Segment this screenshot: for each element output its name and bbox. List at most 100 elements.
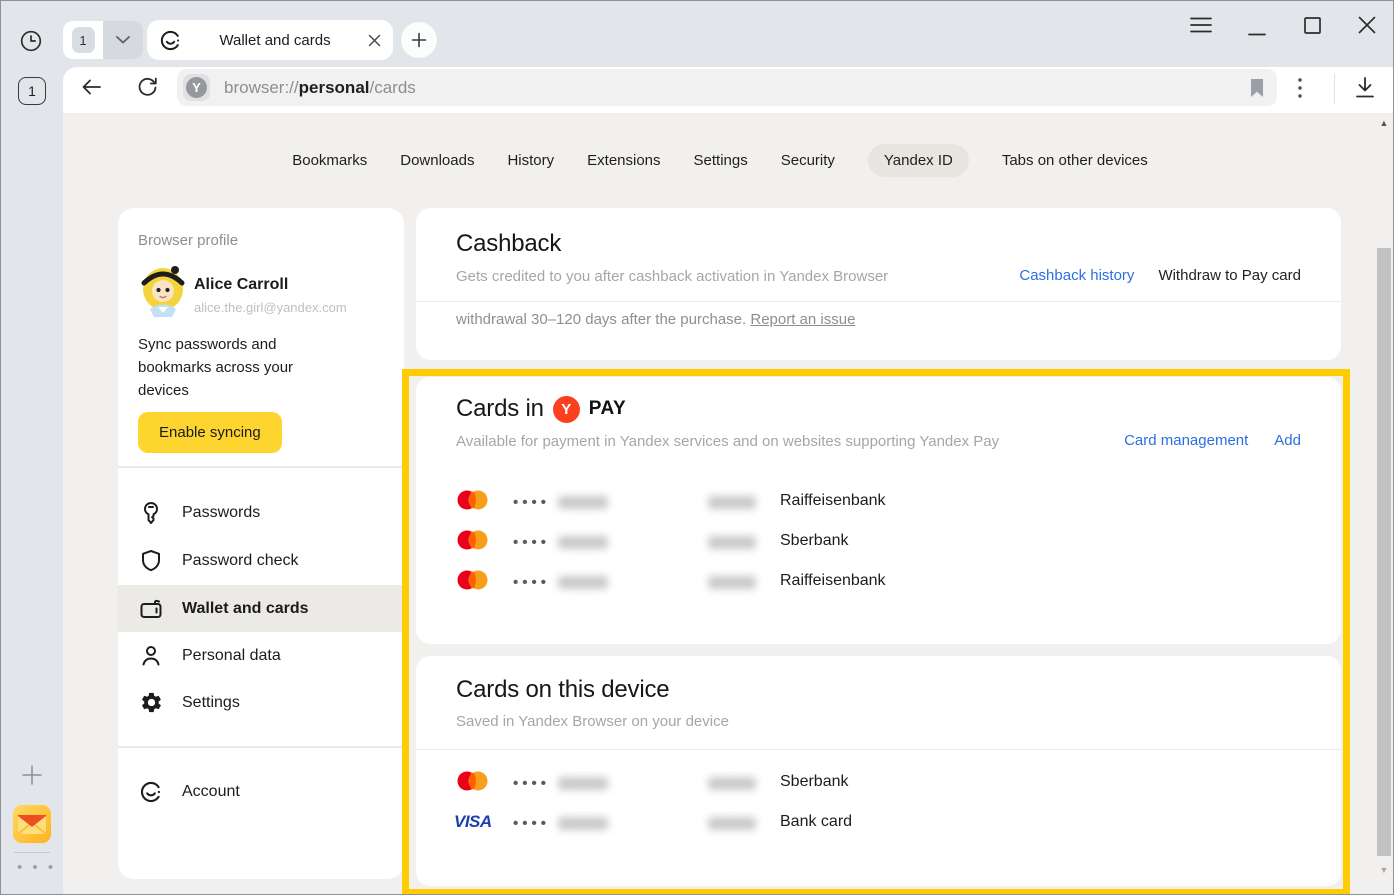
strip-divider (14, 852, 50, 853)
redacted-expiry (708, 817, 756, 830)
pay-cards-title: Cards in (456, 395, 544, 423)
pay-cards-card: Cards in Y PAY Available for payment in … (416, 377, 1341, 644)
masked-digits: •••• (513, 574, 550, 591)
tab-group[interactable]: 1 (63, 21, 103, 59)
device-cards-divider (416, 749, 1341, 750)
device-card-row[interactable]: VISA •••• Bank card (416, 803, 1341, 843)
sidebar-section-label: Browser profile (138, 232, 238, 249)
sidebar-item-label: Wallet and cards (182, 600, 309, 618)
address-bar[interactable]: Y browser://personal/cards (177, 69, 1277, 106)
redacted-card-number (558, 777, 608, 790)
nav-history[interactable]: History (507, 152, 554, 169)
sync-description: Sync passwords and bookmarks across your… (138, 333, 328, 402)
pay-card-row[interactable]: •••• Raiffeisenbank (416, 562, 1341, 602)
back-button[interactable] (79, 75, 104, 99)
redacted-expiry (708, 536, 756, 549)
maximize-icon (1304, 17, 1321, 34)
pay-card-row[interactable]: •••• Raiffeisenbank (416, 482, 1341, 522)
cashback-subtitle: Gets credited to you after cashback acti… (456, 268, 888, 285)
plus-icon (411, 32, 427, 48)
pay-cards-subtitle: Available for payment in Yandex services… (456, 433, 999, 450)
close-icon (1358, 16, 1376, 34)
nav-security[interactable]: Security (781, 152, 835, 169)
add-card-link[interactable]: Add (1274, 432, 1301, 449)
download-icon (1351, 75, 1379, 101)
cashback-divider (416, 301, 1341, 302)
profile-email: alice.the.girl@yandex.com (194, 300, 347, 315)
active-tab[interactable]: Wallet and cards (147, 20, 393, 60)
kebab-icon (1297, 76, 1303, 100)
history-clock-icon[interactable] (19, 29, 43, 53)
person-icon (138, 644, 164, 668)
bank-name: Raiffeisenbank (780, 492, 886, 510)
mail-app-icon[interactable] (13, 805, 51, 843)
nav-bookmarks[interactable]: Bookmarks (292, 152, 367, 169)
url-text: browser://personal/cards (224, 78, 1249, 98)
yandex-id-smile-icon (138, 780, 164, 804)
cashback-card: Cashback Gets credited to you after cash… (416, 208, 1341, 360)
scrollbar-down-arrow[interactable]: ▼ (1378, 865, 1390, 875)
sidebar-item-password-check[interactable]: Password check (118, 537, 404, 584)
nav-extensions[interactable]: Extensions (587, 152, 660, 169)
scrollbar-up-arrow[interactable]: ▲ (1378, 118, 1390, 128)
device-cards-title: Cards on this device (456, 676, 669, 704)
mastercard-icon (456, 528, 493, 552)
mastercard-icon (456, 769, 493, 793)
redacted-expiry (708, 496, 756, 509)
close-window-button[interactable] (1353, 13, 1381, 37)
downloads-button[interactable] (1351, 75, 1379, 101)
tab-group-badge: 1 (72, 27, 95, 53)
tab-group-chevron-button[interactable] (103, 21, 143, 59)
sidebar-item-account[interactable]: Account (118, 768, 404, 815)
redacted-expiry (708, 576, 756, 589)
scrollbar-thumb[interactable] (1377, 248, 1391, 856)
card-management-link[interactable]: Card management (1124, 432, 1248, 449)
sidebar-divider (118, 466, 404, 468)
enable-syncing-button[interactable]: Enable syncing (138, 412, 282, 453)
pay-card-row[interactable]: •••• Sberbank (416, 522, 1341, 562)
hamburger-icon (1190, 17, 1212, 33)
reload-button[interactable] (135, 74, 160, 99)
site-favicon: Y (183, 74, 210, 101)
strip-more-button[interactable]: • • • (17, 859, 56, 876)
withdraw-to-pay-card-link[interactable]: Withdraw to Pay card (1158, 267, 1301, 284)
key-icon (138, 501, 164, 525)
device-card-row[interactable]: •••• Sberbank (416, 763, 1341, 803)
nav-downloads[interactable]: Downloads (400, 152, 474, 169)
sidebar-item-label: Password check (182, 552, 299, 570)
maximize-button[interactable] (1298, 13, 1326, 37)
mastercard-icon (456, 488, 493, 512)
sidebar-item-settings[interactable]: Settings (118, 679, 404, 726)
nav-settings[interactable]: Settings (694, 152, 748, 169)
cashback-history-link[interactable]: Cashback history (1019, 267, 1134, 284)
sidebar-item-label: Passwords (182, 504, 260, 522)
sidebar-item-wallet-and-cards[interactable]: Wallet and cards (118, 585, 404, 632)
mastercard-icon (456, 568, 493, 592)
sidebar-item-personal-data[interactable]: Personal data (118, 632, 404, 679)
redacted-expiry (708, 777, 756, 790)
visa-icon: VISA (454, 812, 492, 832)
bookmark-flag-icon[interactable] (1249, 78, 1265, 98)
minimize-button[interactable] (1243, 17, 1271, 41)
sidebar-item-passwords[interactable]: Passwords (118, 489, 404, 536)
nav-yandex-id[interactable]: Yandex ID (868, 144, 969, 177)
shield-icon (138, 549, 164, 573)
plus-icon (20, 763, 44, 787)
new-tab-button[interactable] (401, 22, 437, 58)
strip-add-button[interactable] (20, 763, 44, 787)
browser-menu-button[interactable] (1187, 13, 1215, 37)
nav-other-devices[interactable]: Tabs on other devices (1002, 152, 1148, 169)
browser-window: 1 Wallet and cards Y browser://personal/… (0, 0, 1394, 895)
tab-group-strip-badge[interactable]: 1 (18, 77, 46, 105)
back-arrow-icon (79, 75, 104, 99)
bank-name: Sberbank (780, 773, 849, 791)
tab-close-icon[interactable] (368, 34, 381, 47)
bank-name: Raiffeisenbank (780, 572, 886, 590)
yandex-pay-wordmark: PAY (589, 398, 626, 420)
redacted-card-number (558, 496, 608, 509)
page-actions-button[interactable] (1297, 76, 1303, 100)
cashback-title: Cashback (456, 230, 561, 258)
avatar[interactable] (136, 263, 190, 319)
report-an-issue-link[interactable]: Report an issue (750, 311, 855, 328)
device-cards-subtitle: Saved in Yandex Browser on your device (456, 713, 729, 730)
